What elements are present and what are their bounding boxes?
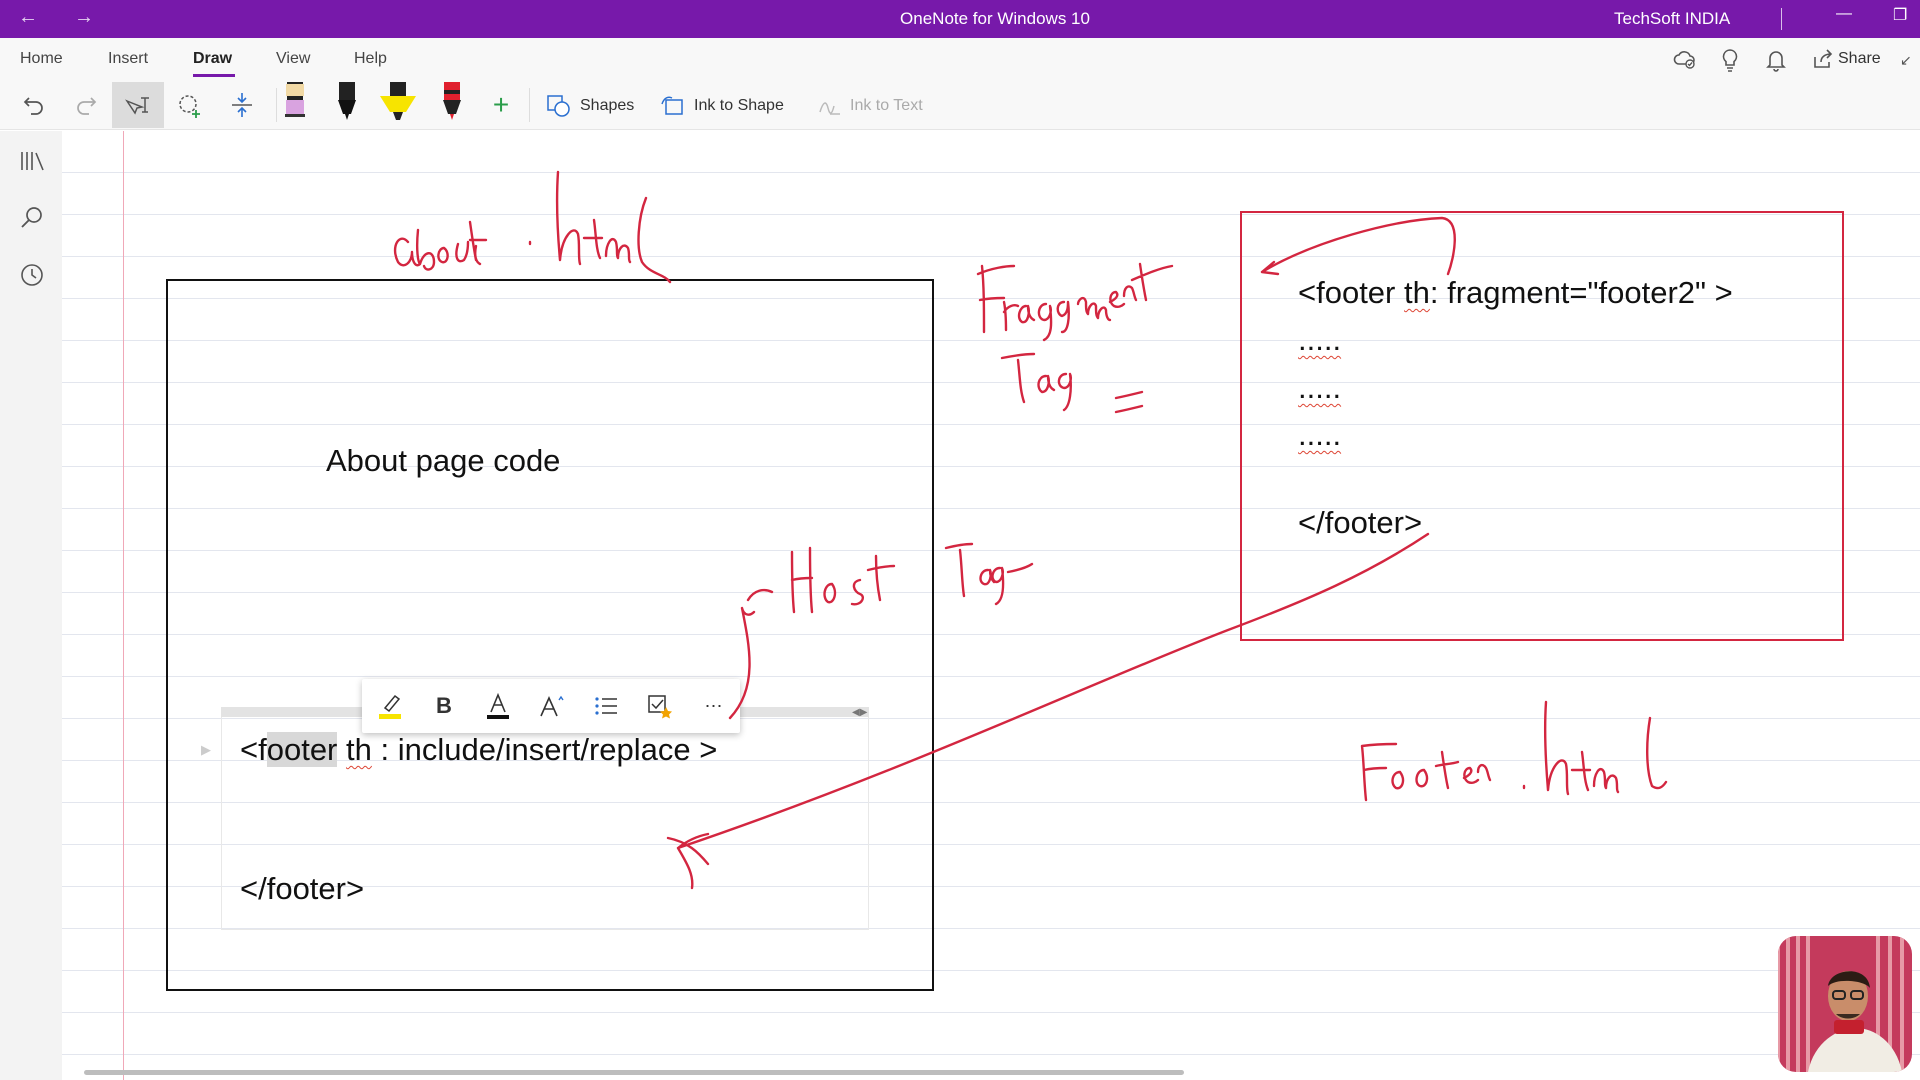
red-pen-icon[interactable] — [440, 80, 464, 124]
title-bar: ← → OneNote for Windows 10 TechSoft INDI… — [0, 0, 1920, 38]
ink-to-shape-icon — [661, 96, 683, 115]
fragment-dots-1[interactable]: ..... — [1298, 322, 1341, 358]
floating-format-toolbar: B ⋯ — [362, 679, 740, 733]
undo-icon[interactable] — [16, 88, 52, 122]
bold-icon[interactable]: B — [426, 691, 462, 721]
host-tag-part-6: : include/insert/replace > — [371, 732, 718, 767]
recent-notes-icon[interactable] — [19, 262, 45, 294]
ink-to-text-button[interactable]: Ink to Text — [816, 94, 923, 118]
fragment-close-tag[interactable]: </footer> — [1298, 505, 1422, 541]
sync-icon[interactable] — [1673, 48, 1697, 75]
minimize-icon[interactable]: — — [1836, 5, 1852, 23]
paragraph-handle-icon[interactable]: ▶ — [201, 742, 217, 758]
host-tag-th: th — [346, 732, 372, 767]
fragment-tag-th: th — [1404, 275, 1430, 310]
font-size-icon[interactable] — [534, 691, 570, 721]
fragment-open-tag[interactable]: <footer th: fragment="footer2" > — [1298, 275, 1733, 311]
toolbar-divider — [276, 88, 277, 122]
toolbar-divider-2 — [529, 88, 530, 122]
shapes-button[interactable]: Shapes — [546, 94, 634, 118]
tab-insert[interactable]: Insert — [108, 50, 148, 68]
resize-handle-icon[interactable]: ◀▶ — [852, 707, 867, 718]
fragment-dots-3[interactable]: ..... — [1298, 417, 1341, 453]
fragment-tag-part-1: <footer — [1298, 275, 1404, 310]
fragment-dots-2[interactable]: ..... — [1298, 370, 1341, 406]
ribbon-tabs: Home Insert Draw View Help Share ↙ — [0, 38, 1920, 80]
share-icon[interactable] — [1812, 48, 1834, 75]
add-pen-icon[interactable]: + — [483, 88, 519, 122]
horizontal-scrollbar[interactable] — [84, 1070, 1184, 1075]
restore-icon[interactable]: ❐ — [1893, 5, 1907, 25]
tab-draw[interactable]: Draw — [193, 50, 232, 68]
tab-view[interactable]: View — [276, 50, 310, 68]
host-tag-part-1: <f — [240, 732, 267, 767]
more-options-icon[interactable]: ⋯ — [696, 691, 732, 721]
title-divider — [1781, 8, 1782, 30]
ink-to-text-icon — [819, 102, 840, 115]
collapse-icon[interactable]: ↙ — [1900, 52, 1912, 69]
shapes-label: Shapes — [580, 97, 635, 114]
font-color-icon[interactable] — [480, 691, 516, 721]
lightbulb-icon[interactable] — [1721, 48, 1739, 77]
host-close-tag[interactable]: </footer> — [240, 871, 364, 907]
fragment-tag-part-3: : fragment="footer2" > — [1429, 275, 1733, 310]
page-margin-line — [123, 131, 124, 1080]
host-tag-part-4 — [337, 732, 346, 767]
ink-to-text-label: Ink to Text — [850, 97, 923, 114]
host-tag-part-3: ter — [301, 732, 338, 767]
share-button[interactable]: Share — [1838, 50, 1881, 68]
ink-to-shape-button[interactable]: Ink to Shape — [660, 94, 784, 118]
active-tab-indicator — [193, 74, 235, 77]
notebooks-icon[interactable] — [19, 149, 47, 179]
user-name[interactable]: TechSoft INDIA — [1614, 9, 1730, 29]
ink-to-shape-label: Ink to Shape — [694, 97, 784, 114]
tab-help[interactable]: Help — [354, 50, 387, 68]
host-tag-part-2: oo — [266, 732, 302, 767]
redo-icon[interactable] — [68, 88, 104, 122]
bell-icon[interactable] — [1766, 48, 1786, 77]
tab-home[interactable]: Home — [20, 50, 63, 68]
pink-highlighter-icon[interactable] — [283, 80, 307, 124]
tag-icon[interactable] — [642, 691, 678, 721]
black-pen-icon[interactable] — [335, 80, 359, 124]
bullet-list-icon[interactable] — [588, 691, 624, 721]
host-open-tag[interactable]: <footer th : include/insert/replace > — [240, 732, 717, 768]
shapes-icon — [547, 95, 570, 117]
presenter-webcam — [1778, 936, 1912, 1072]
about-page-code-text[interactable]: About page code — [326, 443, 560, 479]
lasso-select-icon[interactable] — [172, 88, 208, 122]
left-navigation-rail — [0, 131, 62, 1080]
search-icon[interactable] — [19, 205, 45, 237]
add-space-icon[interactable] — [224, 88, 260, 122]
highlight-icon[interactable] — [372, 691, 408, 721]
yellow-highlighter-icon[interactable] — [376, 80, 420, 124]
type-select-tool-icon[interactable] — [112, 82, 164, 128]
